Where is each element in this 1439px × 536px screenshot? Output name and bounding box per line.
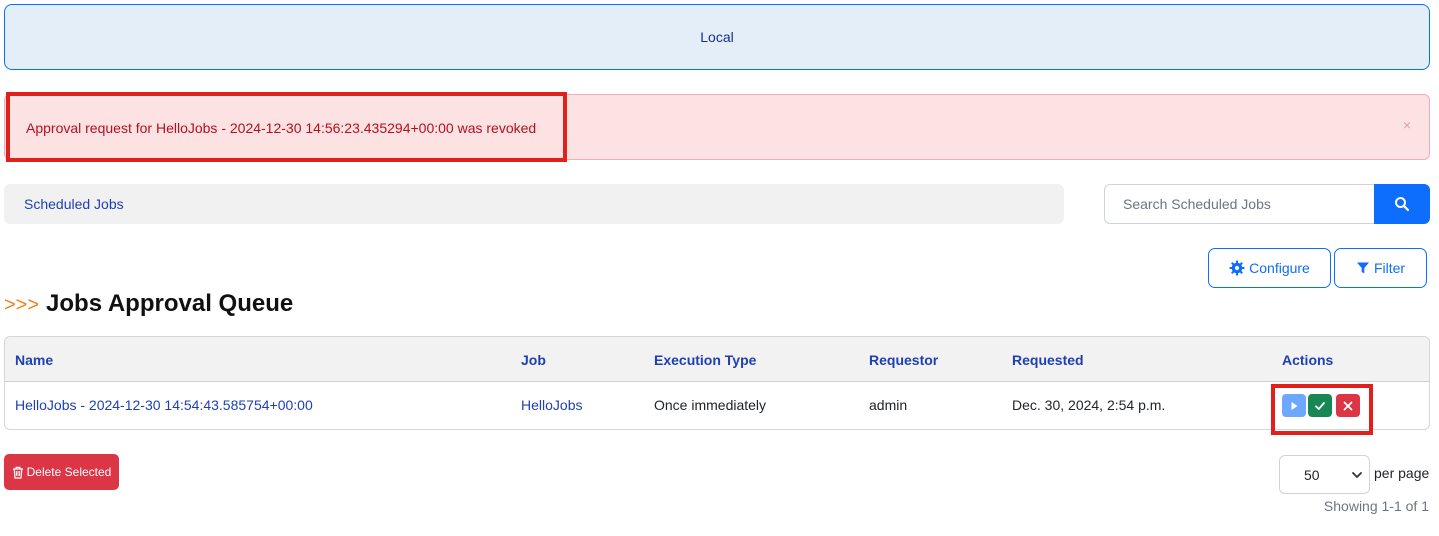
- row-requestor: admin: [869, 397, 908, 413]
- per-page-label: per page: [1374, 465, 1430, 481]
- revoke-icon: [1343, 401, 1353, 410]
- close-icon[interactable]: ×: [1403, 117, 1411, 133]
- column-header-name[interactable]: Name: [15, 352, 53, 368]
- row-job-link[interactable]: HelloJobs: [521, 397, 582, 413]
- environment-banner: Local: [4, 4, 1430, 70]
- delete-selected-button[interactable]: Delete Selected: [4, 454, 119, 490]
- configure-button[interactable]: Configure: [1208, 248, 1331, 288]
- revoke-button[interactable]: [1336, 394, 1360, 417]
- approve-icon: [1315, 401, 1325, 410]
- row-requested: Dec. 30, 2024, 2:54 p.m.: [1012, 397, 1166, 413]
- filter-button[interactable]: Filter: [1334, 248, 1427, 288]
- environment-label: Local: [700, 29, 734, 45]
- chevron-down-icon: [1352, 472, 1362, 478]
- configure-label: Configure: [1249, 260, 1310, 276]
- column-header-execution-type[interactable]: Execution Type: [654, 352, 756, 368]
- trash-icon: [12, 466, 23, 479]
- run-button[interactable]: [1282, 394, 1306, 417]
- column-header-actions: Actions: [1282, 352, 1334, 368]
- search-button[interactable]: [1374, 184, 1430, 224]
- delete-selected-label: Delete Selected: [26, 465, 112, 479]
- column-header-requested[interactable]: Requested: [1012, 352, 1084, 368]
- alert-message: Approval request for HelloJobs - 2024-12…: [26, 120, 537, 136]
- filter-icon: [1356, 262, 1369, 274]
- table-row: HelloJobs - 2024-12-30 14:54:43.585754+0…: [5, 382, 1429, 429]
- column-header-job[interactable]: Job: [521, 352, 546, 368]
- approve-button[interactable]: [1308, 394, 1332, 417]
- showing-count: Showing 1-1 of 1: [1323, 498, 1429, 514]
- column-header-requestor[interactable]: Requestor: [869, 352, 938, 368]
- row-name-link[interactable]: HelloJobs - 2024-12-30 14:54:43.585754+0…: [15, 397, 313, 413]
- per-page-value: 50: [1304, 466, 1320, 483]
- table-header: Name Job Execution Type Requestor Reques…: [5, 337, 1429, 382]
- title-arrows: >>>: [4, 294, 40, 316]
- search-icon: [1395, 197, 1410, 212]
- per-page-select[interactable]: 50: [1279, 455, 1370, 494]
- row-execution-type: Once immediately: [654, 397, 767, 413]
- breadcrumb-scheduled-jobs[interactable]: Scheduled Jobs: [24, 196, 124, 212]
- gear-icon: [1229, 260, 1245, 276]
- revoked-alert: Approval request for HelloJobs - 2024-12…: [4, 94, 1430, 160]
- run-icon: [1291, 401, 1298, 410]
- breadcrumb: Scheduled Jobs: [4, 184, 1064, 224]
- search-bar: [1104, 184, 1430, 224]
- filter-label: Filter: [1373, 260, 1406, 276]
- page-heading: >>> Jobs Approval Queue: [4, 290, 293, 318]
- approval-queue-table: Name Job Execution Type Requestor Reques…: [4, 336, 1430, 430]
- page-title: Jobs Approval Queue: [46, 290, 294, 317]
- search-input[interactable]: [1104, 184, 1374, 224]
